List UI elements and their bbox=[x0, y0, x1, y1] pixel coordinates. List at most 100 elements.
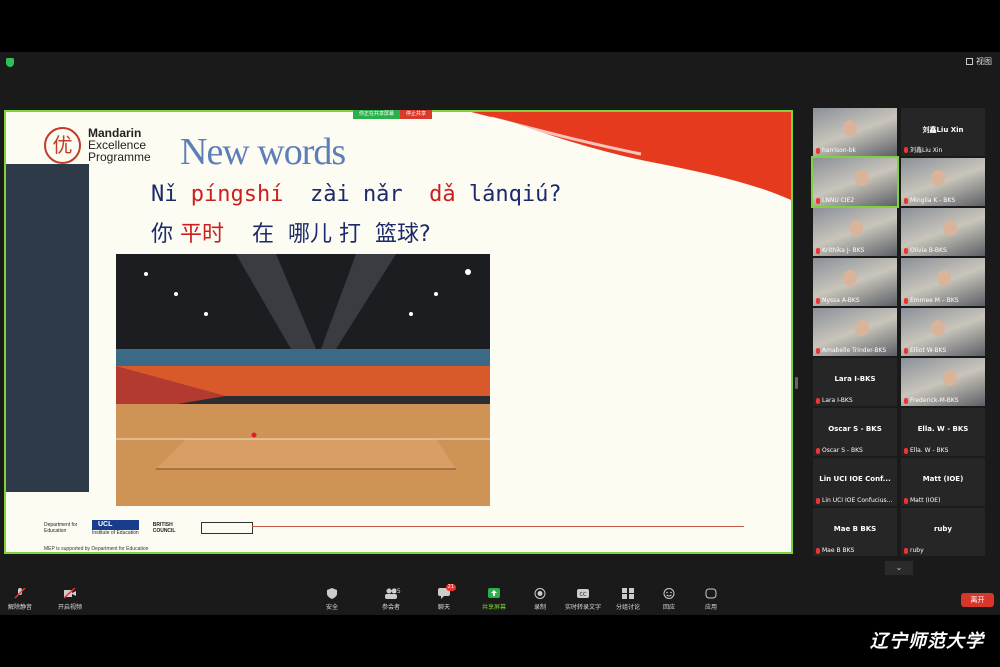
breakout-rooms-icon bbox=[622, 588, 634, 599]
reactions-button[interactable]: 回应 bbox=[663, 588, 675, 611]
university-watermark: 辽宁师范大学 bbox=[870, 631, 984, 652]
chat-label: 聊天 bbox=[438, 604, 451, 611]
mep-logo: 优 bbox=[44, 127, 81, 164]
stop-share-button[interactable]: 停止共享 bbox=[400, 110, 433, 119]
participant-tile[interactable]: Oscar S - BKS Oscar S - BKS bbox=[813, 408, 897, 456]
participant-label: Emmee M – BKS bbox=[904, 297, 959, 304]
participant-label: Frederick-M-BKS bbox=[904, 397, 959, 404]
security-button[interactable]: 安全 bbox=[326, 588, 338, 611]
muted-mic-icon bbox=[816, 247, 820, 254]
participant-label-text: Oscar S - BKS bbox=[822, 447, 863, 454]
start-video-button[interactable]: 开启视频 bbox=[58, 587, 82, 611]
captions-button[interactable]: CC 实时转录文字 bbox=[565, 588, 601, 611]
partner-logo bbox=[200, 522, 253, 534]
participant-tile[interactable]: 刘鑫Liu Xin 刘鑫Liu Xin bbox=[901, 108, 985, 156]
muted-mic-icon bbox=[816, 397, 820, 404]
shared-screen: 优 Mandarin Excellence Programme New word… bbox=[4, 110, 793, 554]
participants-count: 25 bbox=[393, 588, 401, 595]
participant-label: Lin UCI IOE Confucius... bbox=[816, 497, 892, 504]
grid-icon bbox=[966, 58, 973, 65]
chat-button[interactable]: 21 聊天 bbox=[438, 584, 456, 611]
participant-label: Mae B BKS bbox=[816, 547, 854, 554]
share-screen-button[interactable]: 共享屏幕 bbox=[482, 588, 506, 611]
participant-tile[interactable]: Matt (IOE) Matt (IOE) bbox=[901, 458, 985, 506]
breakout-label: 分组讨论 bbox=[616, 604, 641, 611]
participant-video bbox=[943, 370, 957, 386]
footer-note: MEP is supported by Department for Educa… bbox=[44, 546, 149, 552]
apps-label: 应用 bbox=[705, 604, 718, 611]
british-council-logo: BRITISH COUNCIL bbox=[152, 522, 176, 534]
captions-label: 实时转录文字 bbox=[565, 604, 602, 611]
resize-handle[interactable] bbox=[795, 377, 798, 389]
participant-video bbox=[931, 170, 945, 186]
participant-label: Krithika J- BKS bbox=[816, 247, 864, 254]
unmute-button[interactable]: 解除静音 bbox=[8, 587, 32, 611]
participant-name: Mae B BKS bbox=[833, 525, 877, 533]
participant-name: Oscar S - BKS bbox=[828, 425, 882, 433]
muted-mic-icon bbox=[904, 247, 908, 254]
view-button[interactable]: 视图 bbox=[966, 56, 992, 67]
participant-tile[interactable]: Mae B BKS Mae B BKS bbox=[813, 508, 897, 556]
participants-button[interactable]: 25 参会者 bbox=[378, 588, 404, 611]
participant-label: harrison-bk bbox=[816, 147, 856, 154]
participant-tile[interactable]: Nyssa A-BKS bbox=[813, 258, 897, 306]
participant-tile[interactable]: Lara I-BKS Lara I-BKS bbox=[813, 358, 897, 406]
participant-tile[interactable]: Amabelle Trinder-BKS bbox=[813, 308, 897, 356]
participant-tile[interactable]: Olivia B-BKS bbox=[901, 208, 985, 256]
participant-tile[interactable]: Elliot W-BKS bbox=[901, 308, 985, 356]
participant-video bbox=[849, 220, 863, 236]
participant-label: Lara I-BKS bbox=[816, 397, 853, 404]
sharing-banner: 你正在共享屏幕 停止共享 bbox=[353, 110, 433, 119]
shield-icon[interactable] bbox=[6, 58, 14, 67]
hanzi-part: 你 bbox=[151, 222, 180, 247]
record-button[interactable]: 录制 bbox=[534, 588, 546, 611]
slide-headline: New words bbox=[180, 131, 346, 173]
participant-tile[interactable]: ruby ruby bbox=[901, 508, 985, 556]
participant-label-text: Emmee M – BKS bbox=[910, 297, 959, 304]
participant-name: Matt (IOE) bbox=[922, 475, 964, 483]
participant-name: ruby bbox=[933, 525, 952, 533]
leave-button[interactable]: 离开 bbox=[961, 593, 994, 607]
participant-video bbox=[855, 320, 869, 336]
muted-mic-icon bbox=[904, 447, 908, 454]
muted-mic-icon bbox=[816, 497, 820, 504]
brand-text: Mandarin Excellence Programme bbox=[88, 127, 151, 163]
participant-tile[interactable]: Minglia K - BKS bbox=[901, 158, 985, 206]
apps-button[interactable]: 应用 bbox=[705, 588, 717, 611]
participants-icon: 25 bbox=[378, 588, 404, 599]
participant-video bbox=[943, 220, 957, 236]
participant-tile[interactable]: Ella. W - BKS Ella. W - BKS bbox=[901, 408, 985, 456]
participant-name: Lin UCI IOE Conf... bbox=[819, 475, 891, 483]
participant-tile[interactable]: harrison-bk bbox=[813, 108, 897, 156]
chevron-down-icon[interactable]: ⌄ bbox=[885, 561, 913, 575]
participant-label-text: Mae B BKS bbox=[822, 547, 855, 554]
participant-name: Ella. W - BKS bbox=[917, 425, 969, 433]
participant-label-text: 刘鑫Liu Xin bbox=[910, 147, 943, 154]
participant-tile[interactable]: Emmee M – BKS bbox=[901, 258, 985, 306]
participant-tile[interactable]: Frederick-M-BKS bbox=[901, 358, 985, 406]
breakout-button[interactable]: 分组讨论 bbox=[616, 588, 640, 611]
top-bar: 视图 bbox=[0, 52, 1000, 72]
participant-label-text: Krithika J- BKS bbox=[822, 247, 865, 254]
pinyin-part: zài nǎr bbox=[283, 182, 430, 207]
chat-badge: 21 bbox=[445, 584, 456, 591]
hanzi-sentence: 你 平时 在 哪儿 打 篮球? bbox=[151, 216, 431, 248]
participants-label: 参会者 bbox=[381, 604, 400, 611]
participant-video bbox=[843, 270, 857, 286]
muted-mic-icon bbox=[816, 147, 820, 154]
participant-tile[interactable]: Lin UCI IOE Conf... Lin UCI IOE Confucius… bbox=[813, 458, 897, 506]
participant-tile[interactable]: LNNU CIE2 bbox=[811, 156, 899, 208]
participant-tile[interactable]: Krithika J- BKS bbox=[813, 208, 897, 256]
participant-label: Amabelle Trinder-BKS bbox=[816, 347, 886, 354]
participant-video bbox=[843, 120, 857, 136]
pinyin-part: Nǐ bbox=[151, 182, 191, 207]
participant-label: Matt (IOE) bbox=[904, 497, 940, 504]
ucl-logo: UCL bbox=[92, 520, 139, 530]
participant-video bbox=[855, 170, 869, 186]
share-screen-label: 共享屏幕 bbox=[482, 604, 507, 611]
participant-label-text: ruby bbox=[910, 547, 924, 554]
basketball-court-photo bbox=[116, 254, 490, 506]
participant-label-text: harrison-bk bbox=[822, 147, 857, 154]
security-label: 安全 bbox=[326, 604, 339, 611]
muted-mic-icon bbox=[14, 587, 26, 599]
